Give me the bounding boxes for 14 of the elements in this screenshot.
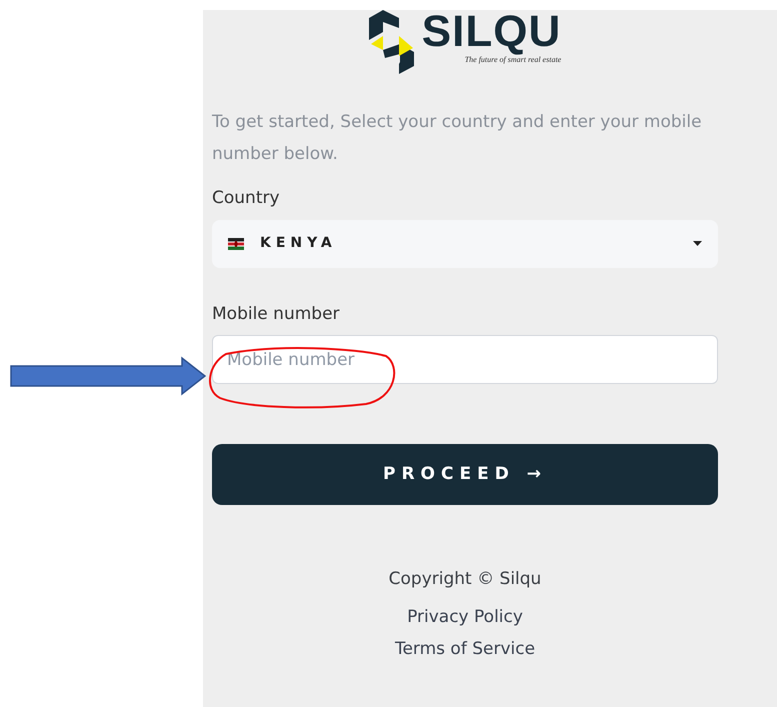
logo-wordmark: SILQU (422, 10, 562, 54)
caret-icon (693, 241, 702, 246)
footer-link[interactable]: Terms of Service (394, 632, 536, 664)
intro-text: To get started, Select your country and enter your mobile number below. (212, 111, 703, 166)
logo-tagline: The future of smart real estate (464, 55, 562, 66)
mobile-number-field[interactable]: Mobile number (212, 335, 718, 384)
footer-link[interactable]: Privacy Policy (407, 600, 523, 632)
field-label: Country (212, 187, 281, 210)
logo-icon (368, 10, 414, 74)
copyright-text: Copyright © Silqu (388, 568, 542, 591)
field-label: Mobile number (212, 302, 341, 326)
flag-icon (228, 238, 244, 250)
country-select[interactable]: KENYA (212, 220, 718, 268)
proceed-button[interactable]: PROCEED → (212, 444, 718, 505)
